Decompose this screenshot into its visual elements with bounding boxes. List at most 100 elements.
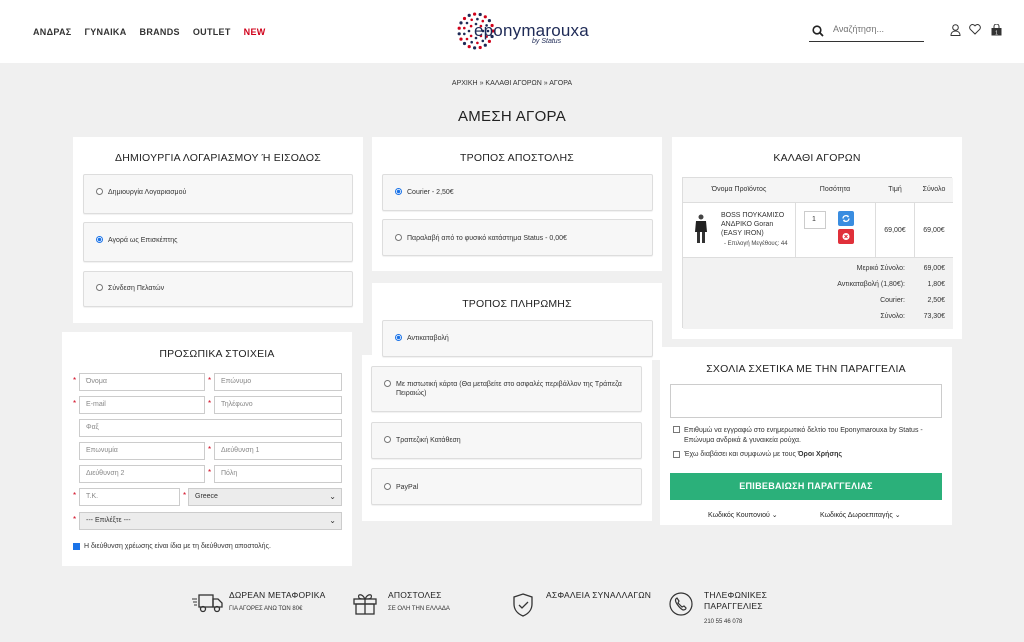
option-paypal[interactable]: PayPal (371, 468, 642, 505)
option-label: Τραπεζική Κατάθεση (396, 437, 461, 444)
radio-paypal[interactable] (384, 483, 391, 490)
nav-outlet[interactable]: OUTLET (193, 27, 231, 37)
same-address-checkbox[interactable] (73, 543, 80, 550)
comments-title: ΣΧΟΛΙΑ ΣΧΕΤΙΚΑ ΜΕ ΤΗΝ ΠΑΡΑΓΓΕΛΙΑ (706, 363, 906, 375)
radio-guest[interactable] (96, 236, 103, 243)
product-name[interactable]: BOSS ΠΟΥΚΑΜΙΣΟ ΑΝΔΡΙΚΟ Goran (EASY IRON) (721, 211, 793, 238)
feature-free-shipping-title: ΔΩΡΕΑΝ ΜΕΤΑΦΟΡΙΚΑ (229, 590, 326, 600)
option-login[interactable]: Σύνδεση Πελατών (83, 271, 353, 307)
shield-check-icon (513, 593, 533, 617)
required-mark: * (183, 491, 187, 500)
logo-dot (465, 21, 469, 25)
option-label: Δημιουργία Λογαριασμού (108, 189, 187, 196)
required-mark: * (73, 491, 77, 500)
logo-dot (457, 32, 461, 36)
option-label: Με πιστωτική κάρτα (Θα μεταβείτε στο ασφ… (396, 381, 622, 397)
personal-panel: ΠΡΟΣΩΠΙΚΑ ΣΤΟΙΧΕΙΑ * Όνομα * Επώνυμο * E… (62, 332, 352, 566)
logo-dot (478, 45, 482, 50)
coupon-toggle[interactable]: Κωδικός Κουπονιού ⌄ (708, 511, 778, 519)
payment-title: ΤΡΟΠΟΣ ΠΛΗΡΩΜΗΣ (462, 298, 572, 310)
radio-cod[interactable] (395, 334, 402, 341)
item-price: 69,00€ (875, 203, 915, 259)
option-create-account[interactable]: Δημιουργία Λογαριασμού (83, 174, 353, 214)
nav-men[interactable]: ΑΝΔΡΑΣ (33, 27, 72, 37)
region-select[interactable]: --- Επιλέξτε --- ⌄ (79, 512, 342, 530)
search-icon[interactable] (812, 25, 824, 37)
site-header: ΑΝΔΡΑΣ ΓΥΝΑΙΚΑ BRANDS OUTLET NEW eponyma… (0, 0, 1024, 63)
chevron-down-icon: ⌄ (894, 512, 901, 519)
option-courier[interactable]: Courier - 2,50€ (382, 174, 653, 211)
search-input[interactable] (833, 24, 921, 34)
user-icon[interactable] (950, 24, 961, 36)
col-price: Τιμή (875, 178, 915, 202)
shipping-title: ΤΡΟΠΟΣ ΑΠΟΣΤΟΛΗΣ (460, 152, 574, 164)
confirm-order-button[interactable]: ΕΠΙΒΕΒΑΙΩΣΗ ΠΑΡΑΓΓΕΛΙΑΣ (670, 473, 942, 500)
nav-women[interactable]: ΓΥΝΑΙΚΑ (85, 27, 127, 37)
option-bank-deposit[interactable]: Τραπεζική Κατάθεση (371, 422, 642, 459)
product-thumbnail[interactable] (693, 214, 709, 244)
remove-button[interactable] (838, 229, 854, 244)
nav-brands[interactable]: BRANDS (140, 27, 180, 37)
terms-prefix: Έχω διαβάσει και συμφωνώ με τους (684, 451, 796, 458)
cart-icon[interactable]: 1 (991, 24, 1002, 36)
table-row: BOSS ΠΟΥΚΑΜΙΣΟ ΑΝΔΡΙΚΟ Goran (EASY IRON)… (683, 202, 953, 259)
fax-field[interactable]: Φαξ (79, 419, 342, 437)
newsletter-checkbox[interactable] (673, 426, 680, 433)
option-cod[interactable]: Αντικαταβολή (382, 320, 653, 357)
radio-create-account[interactable] (96, 188, 103, 195)
page-title: ΑΜΕΣΗ ΑΓΟΡΑ (457, 108, 567, 125)
logo-dot (483, 43, 487, 47)
quantity-input[interactable]: 1 (804, 211, 826, 229)
country-value: Greece (195, 493, 218, 500)
nav-new[interactable]: NEW (244, 27, 266, 37)
radio-bank-deposit[interactable] (384, 436, 391, 443)
total-label: Σύνολο: (880, 313, 905, 320)
city-field[interactable]: Πόλη (214, 465, 342, 483)
subtotal-label: Μερικό Σύνολο: (856, 265, 905, 272)
breadcrumb-cart[interactable]: ΚΑΛΑΘΙ ΑΓΟΡΩΝ (485, 80, 541, 87)
cod-fee-label: Αντικαταβολή (1,80€): (837, 281, 905, 288)
update-button[interactable] (838, 211, 854, 226)
email-field[interactable]: E-mail (79, 396, 205, 414)
heart-icon[interactable] (969, 24, 981, 35)
zip-field[interactable]: Τ.Κ. (79, 488, 180, 506)
total-value: 73,30€ (923, 313, 945, 320)
option-credit-card[interactable]: Με πιστωτική κάρτα (Θα μεταβείτε στο ασφ… (371, 366, 642, 412)
breadcrumb-current[interactable]: ΑΓΟΡΑ (549, 80, 572, 87)
comments-textarea[interactable] (670, 384, 942, 418)
address1-field[interactable]: Διεύθυνση 1 (214, 442, 342, 460)
address2-field[interactable]: Διεύθυνση 2 (79, 465, 205, 483)
account-title: ΔΗΜΙΟΥΡΓΙΑ ΛΟΓΑΡΙΑΣΜΟΥ Ή ΕΙΣΟΔΟΣ (115, 152, 321, 164)
radio-login[interactable] (96, 284, 103, 291)
first-name-field[interactable]: Όνομα (79, 373, 205, 391)
voucher-toggle[interactable]: Κωδικός Δωροεπιταγής ⌄ (820, 511, 901, 519)
terms-link[interactable]: Όροι Χρήσης (798, 451, 842, 458)
last-name-field[interactable]: Επώνυμο (214, 373, 342, 391)
logo-dot (470, 40, 473, 44)
logo-dot (473, 12, 477, 16)
option-label: Αντικαταβολή (407, 335, 449, 342)
col-quantity: Ποσότητα (795, 178, 875, 202)
logo-subtitle: by Status (532, 38, 562, 45)
newsletter-label: Επιθυμώ να εγγραφώ στο ενημερωτικό δελτί… (684, 427, 923, 444)
search-box (809, 22, 924, 42)
phone-field[interactable]: Τηλέφωνο (214, 396, 342, 414)
option-guest[interactable]: Αγορά ως Επισκέπτης (83, 222, 353, 262)
logo-dot (462, 41, 467, 46)
radio-credit-card[interactable] (384, 380, 391, 387)
cart-table: Όνομα Προϊόντος Ποσότητα Τιμή Σύνολο BOS… (682, 177, 953, 329)
product-option: - Επιλογή Μεγέθους: 44 (724, 241, 788, 247)
personal-title: ΠΡΟΣΩΠΙΚΑ ΣΤΟΙΧΕΙΑ (159, 348, 275, 360)
logo-dot (459, 37, 463, 41)
required-mark: * (208, 445, 212, 454)
option-label: Αγορά ως Επισκέπτης (108, 237, 178, 244)
country-select[interactable]: Greece ⌄ (188, 488, 342, 506)
logo-dot (463, 32, 466, 36)
option-store-pickup[interactable]: Παραλαβή από το φυσικό κατάστημα Status … (382, 219, 653, 256)
radio-courier[interactable] (395, 188, 402, 195)
terms-checkbox[interactable] (673, 451, 680, 458)
logo-dot (465, 37, 469, 41)
radio-store-pickup[interactable] (395, 234, 402, 241)
breadcrumb-home[interactable]: ΑΡΧΙΚΗ (452, 80, 478, 87)
company-field[interactable]: Επωνυμία (79, 442, 205, 460)
